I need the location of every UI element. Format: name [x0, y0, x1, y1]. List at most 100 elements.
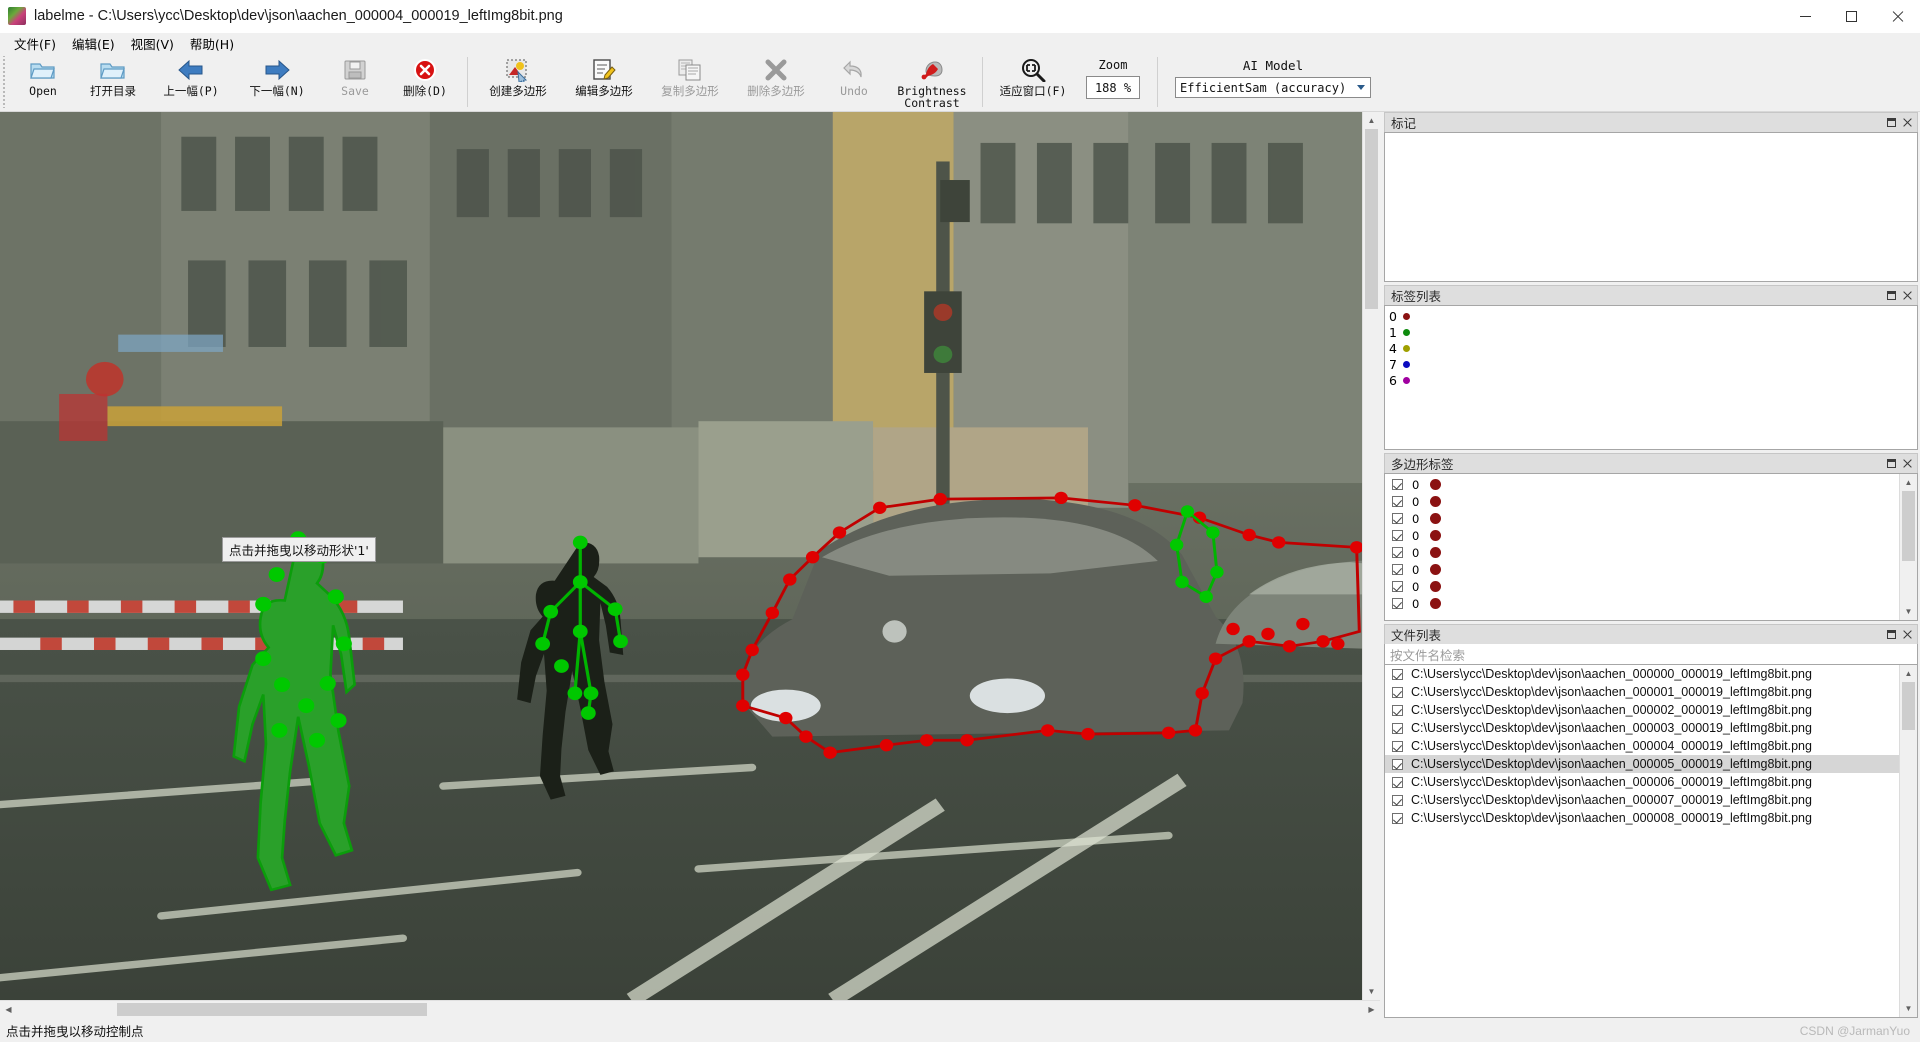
polygon-visibility-checkbox[interactable]: [1392, 598, 1403, 609]
polygon-labels-scrollbar[interactable]: ▲ ▼: [1899, 474, 1917, 620]
toolbar-open-dir[interactable]: 打开目录: [78, 54, 148, 97]
menu-view[interactable]: 视图(V): [123, 32, 182, 55]
file-list-item[interactable]: C:\Users\ycc\Desktop\dev\json\aachen_000…: [1385, 701, 1899, 719]
label-list-item[interactable]: 0: [1385, 308, 1917, 324]
menu-file[interactable]: 文件(F): [6, 32, 64, 55]
file-scroll-track[interactable]: [1900, 682, 1917, 1000]
zoom-input[interactable]: 188 %: [1086, 76, 1140, 99]
scroll-down-icon[interactable]: ▼: [1900, 1000, 1917, 1017]
close-button[interactable]: [1874, 0, 1920, 32]
polygon-labels-close-button[interactable]: [1899, 456, 1915, 472]
polygon-visibility-checkbox[interactable]: [1392, 564, 1403, 575]
label-list-item[interactable]: 1: [1385, 324, 1917, 340]
minimize-button[interactable]: [1782, 0, 1828, 32]
toolbar-drag-handle[interactable]: [0, 56, 8, 108]
scroll-right-icon[interactable]: ▶: [1363, 1001, 1380, 1018]
file-checkbox[interactable]: [1392, 704, 1403, 716]
polygon-visibility-checkbox[interactable]: [1392, 479, 1403, 490]
toolbar-next-image[interactable]: 下一幅(N): [234, 54, 320, 97]
vertical-scroll-track[interactable]: [1363, 129, 1380, 983]
menu-help[interactable]: 帮助(H): [182, 32, 242, 55]
toolbar-fit-window[interactable]: 适应窗口(F): [990, 54, 1076, 97]
label-list-item[interactable]: 7: [1385, 356, 1917, 372]
polygon-labels-body[interactable]: 0 0 0 0 0 0 0 0 ▲ ▼: [1384, 473, 1918, 621]
polygon-visibility-checkbox[interactable]: [1392, 513, 1403, 524]
label-list-item[interactable]: 6: [1385, 372, 1917, 388]
ai-model-select[interactable]: EfficientSam (accuracy): [1175, 77, 1371, 98]
menu-edit[interactable]: 编辑(E): [64, 32, 123, 55]
toolbar-brightness-contrast[interactable]: Brightness Contrast: [889, 54, 975, 109]
file-list-item[interactable]: C:\Users\ycc\Desktop\dev\json\aachen_000…: [1385, 791, 1899, 809]
toolbar-duplicate-polygon[interactable]: 复制多边形: [647, 54, 733, 97]
label-list-close-button[interactable]: [1899, 288, 1915, 304]
scroll-down-icon[interactable]: ▼: [1363, 983, 1380, 1000]
file-list-item[interactable]: C:\Users\ycc\Desktop\dev\json\aachen_000…: [1385, 755, 1899, 773]
polygon-scroll-thumb[interactable]: [1902, 491, 1915, 561]
polygon-visibility-checkbox[interactable]: [1392, 496, 1403, 507]
label-list-float-button[interactable]: [1883, 288, 1899, 304]
toolbar-delete-polygon[interactable]: 删除多边形: [733, 54, 819, 97]
polygon-label-row[interactable]: 0: [1385, 561, 1899, 578]
polygon-label-row[interactable]: 0: [1385, 510, 1899, 527]
toolbar-save[interactable]: Save: [320, 54, 390, 97]
toolbar-undo[interactable]: Undo: [819, 54, 889, 97]
file-list-item[interactable]: C:\Users\ycc\Desktop\dev\json\aachen_000…: [1385, 737, 1899, 755]
polygon-label-row[interactable]: 0: [1385, 527, 1899, 544]
polygon-scroll-track[interactable]: [1900, 491, 1917, 603]
file-checkbox[interactable]: [1392, 668, 1403, 680]
file-checkbox[interactable]: [1392, 794, 1403, 806]
polygon-labels-float-button[interactable]: [1883, 456, 1899, 472]
file-list-item[interactable]: C:\Users\ycc\Desktop\dev\json\aachen_000…: [1385, 719, 1899, 737]
file-scroll-thumb[interactable]: [1902, 682, 1915, 730]
toolbar-delete-file[interactable]: 删除(D): [390, 54, 460, 97]
polygon-label-row[interactable]: 0: [1385, 578, 1899, 595]
file-checkbox[interactable]: [1392, 812, 1403, 824]
file-list-body[interactable]: C:\Users\ycc\Desktop\dev\json\aachen_000…: [1384, 665, 1918, 1018]
file-checkbox[interactable]: [1392, 776, 1403, 788]
file-list-item[interactable]: C:\Users\ycc\Desktop\dev\json\aachen_000…: [1385, 809, 1899, 827]
polygon-visibility-checkbox[interactable]: [1392, 547, 1403, 558]
horizontal-scroll-thumb[interactable]: [117, 1003, 427, 1016]
canvas-horizontal-scrollbar[interactable]: ◀ ▶: [0, 1000, 1380, 1018]
polygon-label-row[interactable]: 0: [1385, 476, 1899, 493]
scroll-left-icon[interactable]: ◀: [0, 1001, 17, 1018]
scroll-up-icon[interactable]: ▲: [1900, 474, 1917, 491]
canvas-vertical-scrollbar[interactable]: ▲ ▼: [1362, 112, 1380, 1000]
toolbar-open[interactable]: Open: [8, 54, 78, 97]
polygon-visibility-checkbox[interactable]: [1392, 581, 1403, 592]
scroll-down-icon[interactable]: ▼: [1900, 603, 1917, 620]
file-list-item[interactable]: C:\Users\ycc\Desktop\dev\json\aachen_000…: [1385, 683, 1899, 701]
file-list-item[interactable]: C:\Users\ycc\Desktop\dev\json\aachen_000…: [1385, 773, 1899, 791]
scroll-up-icon[interactable]: ▲: [1900, 665, 1917, 682]
toolbar-create-polygon[interactable]: 创建多边形: [475, 54, 561, 97]
file-checkbox[interactable]: [1392, 740, 1403, 752]
file-list-close-button[interactable]: [1899, 627, 1915, 643]
polygon-labels-list[interactable]: 0 0 0 0 0 0 0 0: [1385, 474, 1899, 620]
label-list-body[interactable]: 01476: [1384, 305, 1918, 450]
polygon-visibility-checkbox[interactable]: [1392, 530, 1403, 541]
polygon-label-row[interactable]: 0: [1385, 595, 1899, 612]
toolbar-edit-polygon[interactable]: 编辑多边形: [561, 54, 647, 97]
file-checkbox[interactable]: [1392, 722, 1403, 734]
polygon-label-row[interactable]: 0: [1385, 544, 1899, 561]
vertical-scroll-thumb[interactable]: [1365, 129, 1378, 309]
file-search-box[interactable]: 按文件名检索: [1384, 644, 1918, 665]
maximize-button[interactable]: [1828, 0, 1874, 32]
file-list[interactable]: C:\Users\ycc\Desktop\dev\json\aachen_000…: [1385, 665, 1899, 1017]
flags-panel-body[interactable]: [1384, 132, 1918, 282]
polygon-label-row[interactable]: 0: [1385, 493, 1899, 510]
label-list-item[interactable]: 4: [1385, 340, 1917, 356]
toolbar-prev-image[interactable]: 上一幅(P): [148, 54, 234, 97]
scroll-up-icon[interactable]: ▲: [1363, 112, 1380, 129]
horizontal-scroll-track[interactable]: [17, 1001, 1363, 1018]
file-list-float-button[interactable]: [1883, 627, 1899, 643]
flags-close-button[interactable]: [1899, 115, 1915, 131]
file-checkbox[interactable]: [1392, 686, 1403, 698]
file-checkbox[interactable]: [1392, 758, 1403, 770]
image-canvas[interactable]: 点击并拖曳以移动形状'1': [0, 112, 1362, 1000]
flags-float-button[interactable]: [1883, 115, 1899, 131]
flags-list[interactable]: [1385, 133, 1917, 281]
file-list-scrollbar[interactable]: ▲ ▼: [1899, 665, 1917, 1017]
file-list-item[interactable]: C:\Users\ycc\Desktop\dev\json\aachen_000…: [1385, 665, 1899, 683]
label-list[interactable]: 01476: [1385, 306, 1917, 449]
